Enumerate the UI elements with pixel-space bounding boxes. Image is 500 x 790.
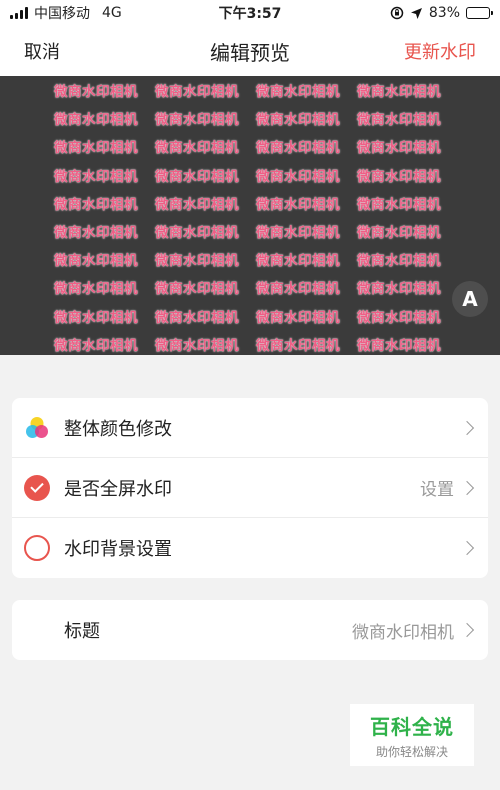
watermark-text: 微商水印相机 <box>256 281 340 298</box>
row-title[interactable]: 标题 微商水印相机 <box>12 600 488 660</box>
row-label: 标题 <box>64 621 100 642</box>
watermark-text: 微商水印相机 <box>357 309 441 326</box>
watermark-text: 微商水印相机 <box>155 337 239 354</box>
watermark-text: 微商水印相机 <box>54 225 138 242</box>
watermark-text: 微商水印相机 <box>256 112 340 129</box>
watermark-text: 微商水印相机 <box>357 140 441 157</box>
watermark-text: 微商水印相机 <box>155 168 239 185</box>
watermark-text: 微商水印相机 <box>54 168 138 185</box>
page-title: 编辑预览 <box>210 40 290 65</box>
watermark-text: 微商水印相机 <box>357 112 441 129</box>
row-value: 设置 <box>420 480 454 500</box>
battery-percent: 83% <box>428 5 460 21</box>
watermark-text: 微商水印相机 <box>256 225 340 242</box>
watermark-text: 微商水印相机 <box>54 112 138 129</box>
rotation-lock-icon <box>390 6 404 20</box>
status-bar: 中国移动 4G 下午3:57 83% <box>0 0 500 26</box>
cancel-button[interactable]: 取消 <box>24 38 60 64</box>
watermark-text: 微商水印相机 <box>54 309 138 326</box>
watermark-text: 微商水印相机 <box>256 309 340 326</box>
row-label: 是否全屏水印 <box>64 478 172 500</box>
watermark-text: 微商水印相机 <box>357 225 441 242</box>
watermark-row: 微商水印相机 微商水印相机 微商水印相机 微商水印相机 <box>54 302 458 330</box>
row-watermark-background[interactable]: 水印背景设置 <box>12 518 488 578</box>
watermark-text: 微商水印相机 <box>54 84 138 101</box>
watermark-row: 微商水印相机 微商水印相机 微商水印相机 微商水印相机 <box>54 189 458 217</box>
battery-icon <box>466 7 493 19</box>
chevron-right-icon <box>459 622 475 638</box>
chevron-right-icon <box>459 480 475 495</box>
watermark-row: 微商水印相机 微商水印相机 微商水印相机 微商水印相机 <box>54 161 458 189</box>
watermark-text: 微商水印相机 <box>54 337 138 354</box>
status-left: 中国移动 4G <box>10 3 122 23</box>
baike-logo: 百科全说 <box>370 714 454 739</box>
watermark-text: 微商水印相机 <box>155 112 239 129</box>
watermark-row: 微商水印相机 微商水印相机 微商水印相机 微商水印相机 <box>54 245 458 273</box>
watermark-text: 微商水印相机 <box>256 140 340 157</box>
font-button[interactable]: A <box>452 281 488 317</box>
chevron-right-icon <box>459 540 475 556</box>
chevron-right-icon <box>459 420 475 435</box>
watermark-text: 微商水印相机 <box>357 253 441 270</box>
watermark-text: 微商水印相机 <box>256 196 340 213</box>
watermark-text: 微商水印相机 <box>54 140 138 157</box>
watermark-row: 微商水印相机 微商水印相机 微商水印相机 微商水印相机 <box>54 217 458 245</box>
watermark-text: 微商水印相机 <box>155 309 239 326</box>
row-fullscreen-watermark[interactable]: 是否全屏水印 设置 <box>12 458 488 518</box>
update-watermark-button[interactable]: 更新水印 <box>404 38 476 64</box>
watermark-grid: 微商水印相机 微商水印相机 微商水印相机 微商水印相机 微商水印相机 微商水印相机 微商水印… <box>54 76 458 355</box>
network-label: 4G <box>102 5 122 21</box>
watermark-text: 微商水印相机 <box>54 196 138 213</box>
watermark-preview: 微商水印相机 微商水印相机 微商水印相机 微商水印相机 微商水印相机 微商水印相机 微商水印… <box>0 76 500 355</box>
watermark-text: 微商水印相机 <box>256 168 340 185</box>
nav-bar: 取消 编辑预览 更新水印 <box>0 26 500 76</box>
row-color-change[interactable]: 整体颜色修改 <box>12 398 488 458</box>
checked-circle-icon[interactable] <box>24 474 50 501</box>
watermark-text: 微商水印相机 <box>155 281 239 298</box>
watermark-text: 微商水印相机 <box>155 84 239 101</box>
watermark-text: 微商水印相机 <box>54 281 138 298</box>
status-time: 下午3:57 <box>218 6 282 22</box>
location-arrow-icon <box>410 7 422 19</box>
watermark-text: 微商水印相机 <box>357 168 441 185</box>
title-card: 标题 微商水印相机 <box>12 600 488 660</box>
watermark-text: 微商水印相机 <box>357 337 441 354</box>
watermark-text: 微商水印相机 <box>357 84 441 101</box>
signal-icon <box>10 7 28 19</box>
carrier-label: 中国移动 <box>34 6 90 22</box>
watermark-row: 微商水印相机 微商水印相机 微商水印相机 微商水印相机 <box>54 330 458 355</box>
watermark-row: 微商水印相机 微商水印相机 微商水印相机 微商水印相机 <box>54 273 458 301</box>
watermark-text: 微商水印相机 <box>357 281 441 298</box>
watermark-text: 微商水印相机 <box>256 84 340 101</box>
settings-card: 整体颜色修改 是否全屏水印 设置 水印背景设置 <box>12 398 488 578</box>
watermark-text: 微商水印相机 <box>357 196 441 213</box>
watermark-row: 微商水印相机 微商水印相机 微商水印相机 微商水印相机 <box>54 104 458 132</box>
unchecked-circle-icon[interactable] <box>24 535 50 561</box>
watermark-text: 微商水印相机 <box>54 253 138 270</box>
baike-slogan: 助你轻松解决 <box>375 744 448 759</box>
baike-badge: 百科全说 助你轻松解决 <box>350 704 474 766</box>
row-label: 水印背景设置 <box>64 539 172 560</box>
row-value: 微商水印相机 <box>352 622 454 643</box>
watermark-text: 微商水印相机 <box>155 225 239 242</box>
watermark-row: 微商水印相机 微商水印相机 微商水印相机 微商水印相机 <box>54 132 458 160</box>
watermark-text: 微商水印相机 <box>155 253 239 270</box>
watermark-row: 微商水印相机 微商水印相机 微商水印相机 微商水印相机 <box>54 76 458 104</box>
watermark-text: 微商水印相机 <box>155 140 239 157</box>
watermark-text: 微商水印相机 <box>256 253 340 270</box>
status-right: 83% <box>390 5 493 21</box>
watermark-text: 微商水印相机 <box>155 196 239 213</box>
color-wheel-icon <box>24 415 50 441</box>
row-label: 整体颜色修改 <box>64 418 172 440</box>
watermark-text: 微商水印相机 <box>256 337 340 354</box>
